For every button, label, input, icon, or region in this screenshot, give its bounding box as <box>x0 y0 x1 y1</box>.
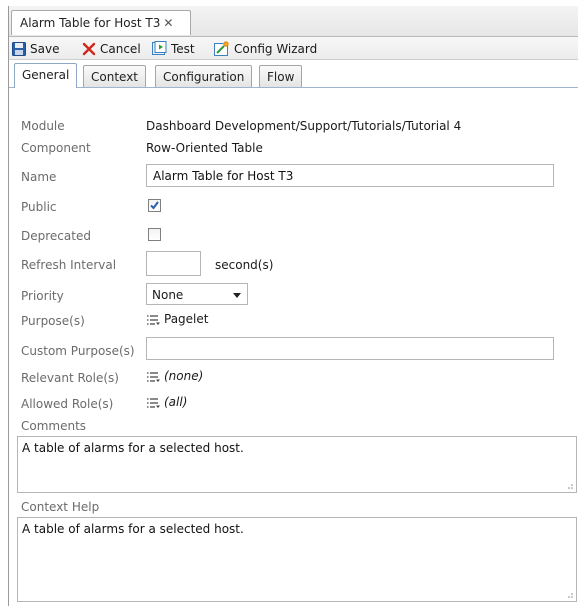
custom-purposes-field[interactable] <box>146 337 554 360</box>
context-help-textarea[interactable]: A table of alarms for a selected host. <box>17 517 577 602</box>
context-help-label: Context Help <box>21 500 100 514</box>
editor-tab-title: Alarm Table for Host T3 <box>20 16 161 30</box>
checkmark-icon <box>150 201 159 210</box>
custom-purposes-label: Custom Purpose(s) <box>21 344 135 358</box>
allowed-roles-value: (all) <box>164 395 188 409</box>
red-x-icon <box>82 42 96 55</box>
tab-general[interactable]: General <box>14 63 78 88</box>
config-wizard-label: Config Wizard <box>234 41 318 56</box>
cancel-button[interactable]: Cancel <box>82 40 141 57</box>
test-button[interactable]: Test <box>152 40 195 57</box>
allowed-roles-selector[interactable]: (all) <box>146 395 187 409</box>
public-checkbox[interactable] <box>148 199 161 212</box>
wizard-icon <box>214 41 229 56</box>
comments-text: A table of alarms for a selected host. <box>22 441 244 455</box>
relevant-roles-label: Relevant Role(s) <box>21 371 119 385</box>
comments-label: Comments <box>21 419 87 433</box>
config-wizard-button[interactable]: Config Wizard <box>214 40 317 57</box>
toolbar: Save Cancel Test Config Wizard <box>9 37 578 60</box>
name-label: Name <box>21 170 57 184</box>
save-button[interactable]: Save <box>12 40 59 57</box>
editor-tabs: General Context Configuration Flow <box>9 61 578 88</box>
purposes-label: Purpose(s) <box>21 314 85 328</box>
list-picker-icon <box>147 314 160 325</box>
component-label: Component <box>21 141 91 155</box>
deprecated-checkbox[interactable] <box>148 228 161 241</box>
context-help-text: A table of alarms for a selected host. <box>22 522 244 536</box>
component-value: Row-Oriented Table <box>146 141 263 155</box>
name-field[interactable]: Alarm Table for Host T3 <box>146 164 554 187</box>
list-picker-icon <box>147 397 160 408</box>
tab-context[interactable]: Context <box>83 65 147 87</box>
relevant-roles-selector[interactable]: (none) <box>146 369 203 383</box>
public-label: Public <box>21 200 57 214</box>
comments-textarea[interactable]: A table of alarms for a selected host. <box>17 436 577 493</box>
test-label: Test <box>171 41 195 56</box>
tab-configuration[interactable]: Configuration <box>155 65 253 87</box>
deprecated-label: Deprecated <box>21 229 91 243</box>
close-icon[interactable]: ✕ <box>163 16 173 30</box>
tab-flow[interactable]: Flow <box>259 65 303 87</box>
resize-grip-icon[interactable] <box>566 482 573 489</box>
priority-value: None <box>152 288 184 302</box>
allowed-roles-label: Allowed Role(s) <box>21 397 114 411</box>
refresh-interval-unit: second(s) <box>215 258 274 272</box>
resize-grip-icon[interactable] <box>566 591 573 598</box>
component-editor: Alarm Table for Host T3 ✕ Save Cancel Tes <box>8 6 578 606</box>
module-value: Dashboard Development/Support/Tutorials/… <box>146 119 462 133</box>
test-run-icon <box>152 41 167 55</box>
priority-label: Priority <box>21 289 64 303</box>
refresh-interval-field[interactable] <box>146 251 201 276</box>
purposes-selector[interactable]: Pagelet <box>146 312 208 326</box>
editor-tab-strip: Alarm Table for Host T3 ✕ <box>9 6 578 37</box>
chevron-down-icon <box>233 293 241 298</box>
module-label: Module <box>21 119 65 133</box>
priority-select[interactable]: None <box>146 283 248 305</box>
cancel-label: Cancel <box>100 41 141 56</box>
editor-tab[interactable]: Alarm Table for Host T3 ✕ <box>11 10 191 35</box>
purposes-value: Pagelet <box>164 312 209 326</box>
list-picker-icon <box>147 371 160 382</box>
refresh-interval-label: Refresh Interval <box>21 258 117 272</box>
relevant-roles-value: (none) <box>164 369 204 383</box>
save-label: Save <box>30 41 60 56</box>
floppy-disk-icon <box>12 41 26 56</box>
